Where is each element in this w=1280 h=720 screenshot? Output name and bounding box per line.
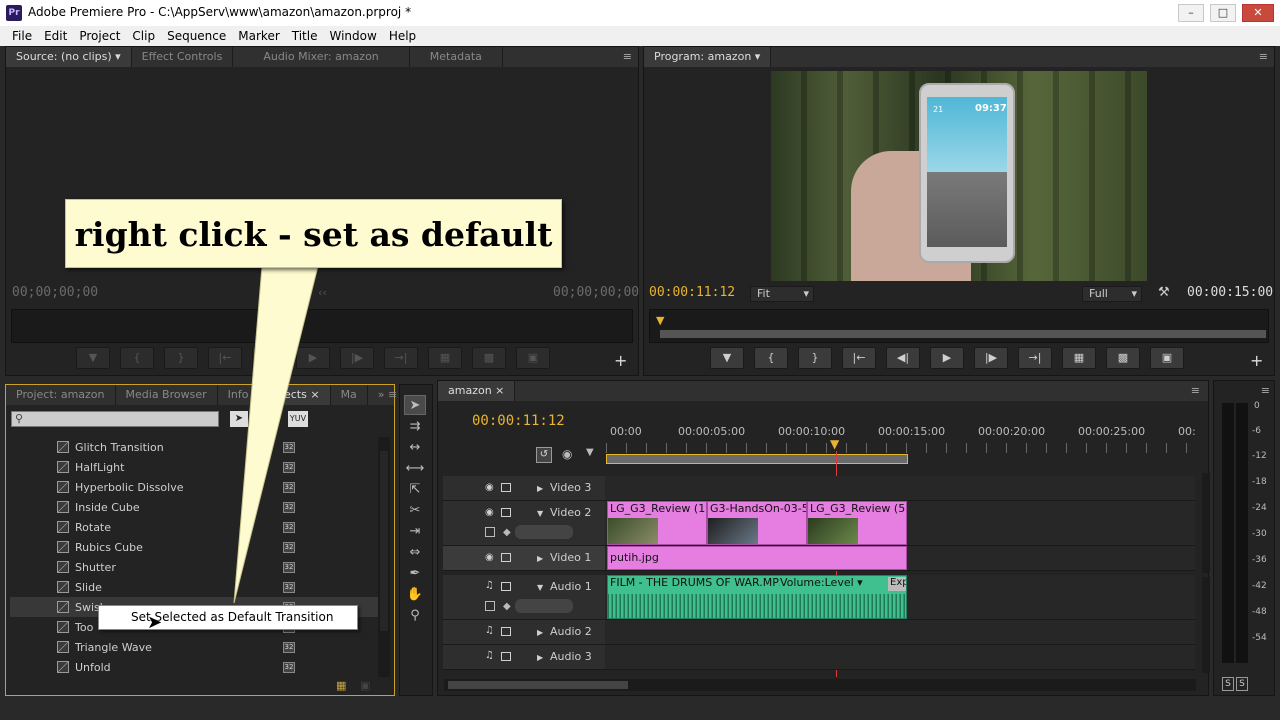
context-menu-item-set-default-transition[interactable]: Set Selected as Default Transition — [98, 605, 358, 630]
tutorial-callout: right click - set as default — [65, 199, 562, 268]
mouse-cursor-icon: ➤ — [147, 612, 163, 633]
